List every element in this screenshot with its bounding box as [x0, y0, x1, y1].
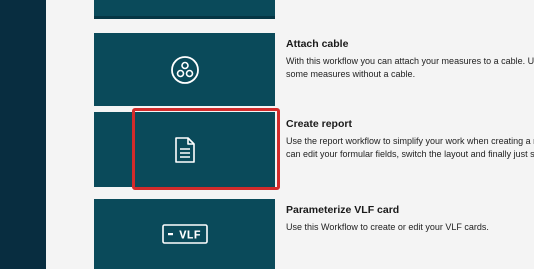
workflow-tile-attach-cable[interactable] — [94, 33, 275, 106]
workflow-description-line: Use the report workflow to simplify your… — [286, 136, 534, 146]
workflow-description-line: some measures without a cable. — [286, 69, 416, 79]
workflow-title: Parameterize VLF card — [286, 204, 400, 216]
workflow-description-line: With this workflow you can attach your m… — [286, 56, 534, 66]
cable-nodes-icon — [170, 55, 200, 85]
tile-bottom-bar — [94, 16, 275, 19]
vlf-card-icon: VLF — [161, 224, 208, 244]
workflow-info-parameterize-vlf: Parameterize VLF card Use this Workflow … — [286, 204, 534, 234]
workflow-tile-parameterize-vlf-card[interactable]: VLF — [94, 199, 275, 269]
workflow-title: Create report — [286, 118, 352, 130]
workflow-description-line: can edit your formular fields, switch th… — [286, 149, 534, 159]
left-navigation-rail — [0, 0, 46, 269]
selection-highlight — [132, 108, 280, 190]
workflow-info-attach-cable: Attach cable With this workflow you can … — [286, 38, 534, 81]
workflow-tile-previous[interactable] — [94, 0, 275, 19]
workflow-list: Attach cable With this workflow you can … — [46, 0, 534, 269]
workflow-info-create-report: Create report Use the report workflow to… — [286, 118, 534, 161]
workflow-description-line: Use this Workflow to create or edit your… — [286, 222, 489, 232]
workflow-title: Attach cable — [286, 38, 349, 50]
vlf-icon-text: VLF — [179, 229, 201, 243]
